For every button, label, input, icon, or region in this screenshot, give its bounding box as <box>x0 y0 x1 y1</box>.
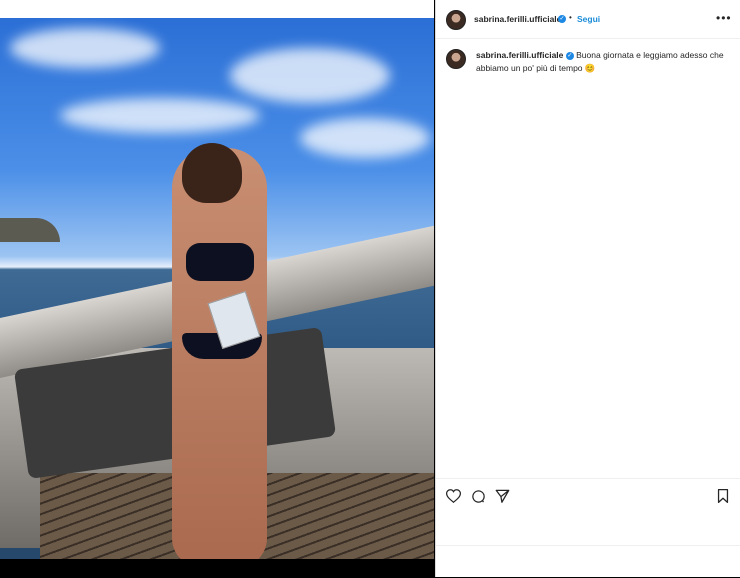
action-bar <box>436 478 740 513</box>
verified-icon: ✓ <box>558 15 566 23</box>
caption-verified-icon: ✓ <box>565 51 574 60</box>
header-username[interactable]: sabrina.ferilli.ufficiale <box>474 14 561 24</box>
caption-text-line2: abbiamo un po' più di tempo 😊 <box>476 63 596 73</box>
caption-username[interactable]: sabrina.ferilli.ufficiale <box>476 50 563 60</box>
cloud <box>300 118 430 158</box>
separator-dot: • <box>569 13 572 22</box>
person-swimsuit-top <box>186 243 254 281</box>
caption-text-line1: Buona giornata e leggiamo adesso che <box>576 50 724 60</box>
post-side-panel: sabrina.ferilli.ufficiale ✓ • Segui ••• … <box>435 0 740 577</box>
caption-avatar[interactable] <box>446 49 466 69</box>
comment-icon[interactable] <box>471 489 486 509</box>
cloud <box>10 28 160 68</box>
cloud <box>230 48 390 103</box>
comment-bar <box>436 545 740 578</box>
photo-bottom-strip <box>0 559 434 577</box>
post-header: sabrina.ferilli.ufficiale ✓ • Segui ••• <box>436 0 740 39</box>
photo-top-strip <box>0 0 434 18</box>
more-options-icon[interactable]: ••• <box>716 11 732 25</box>
person-head <box>182 143 242 203</box>
follow-button[interactable]: Segui <box>577 14 600 24</box>
post-photo[interactable] <box>0 18 434 559</box>
heart-icon[interactable] <box>445 489 462 508</box>
avatar[interactable] <box>446 10 466 30</box>
island <box>0 218 60 242</box>
cloud <box>60 98 260 133</box>
bookmark-icon[interactable] <box>717 489 729 508</box>
post-caption: sabrina.ferilli.ufficiale ✓ Buona giorna… <box>476 49 726 75</box>
share-icon[interactable] <box>495 489 510 508</box>
